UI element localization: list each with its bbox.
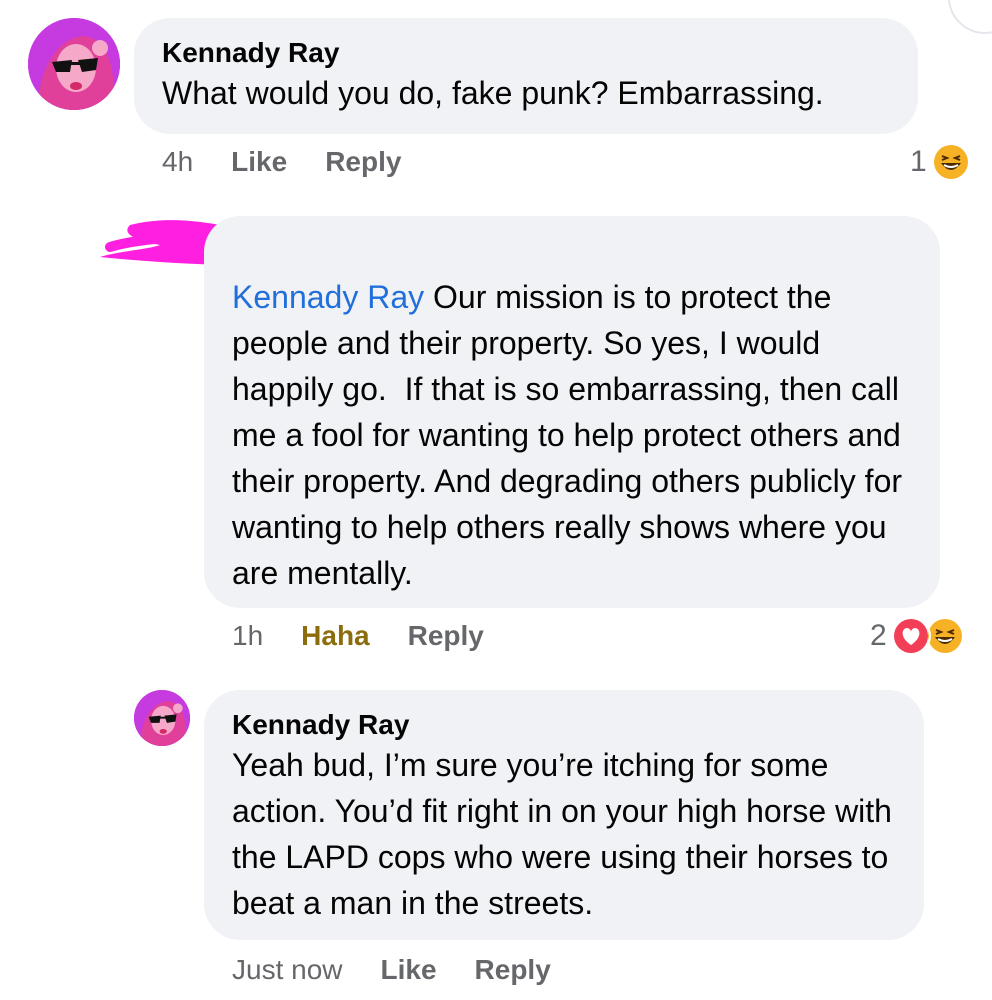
comment-actions: 4h Like Reply [162,146,401,178]
reply-button[interactable]: Reply [325,146,401,178]
reply-button[interactable]: Reply [475,954,551,986]
comment-bubble: Kennady Ray What would you do, fake punk… [134,18,918,134]
comment-timestamp[interactable]: Just now [232,954,343,986]
comment-text: Kennady Ray Our mission is to protect th… [232,274,912,596]
comment-author[interactable]: Kennady Ray [232,708,896,742]
haha-icon [924,616,965,656]
avatar-image [134,690,190,746]
comment-actions: Just now Like Reply [232,954,551,986]
like-button[interactable]: Like [381,954,437,986]
reaction-count: 2 [870,619,887,652]
mention-link[interactable]: Kennady Ray [232,279,424,315]
comment-text: What would you do, fake punk? Embarrassi… [162,75,824,111]
comment-author[interactable]: Kennady Ray [162,36,890,70]
avatar-image [28,18,120,110]
haha-icon [930,142,971,182]
like-button[interactable]: Like [231,146,287,178]
reaction-summary[interactable]: 1 [910,142,971,182]
comment-actions: 1h Haha Reply [232,620,484,652]
comment-timestamp[interactable]: 1h [232,620,263,652]
comment-timestamp[interactable]: 4h [162,146,193,178]
comment-text: Yeah bud, I’m sure you’re itching for so… [232,747,901,921]
haha-reaction-button[interactable]: Haha [301,620,369,652]
avatar[interactable] [134,690,190,746]
comment-bubble: Kennady Ray Our mission is to protect th… [204,216,940,608]
love-icon [890,616,931,656]
comment-bubble: Kennady Ray Yeah bud, I’m sure you’re it… [204,690,924,940]
reaction-count: 1 [910,145,927,178]
reaction-summary[interactable]: 2 [870,616,965,656]
reply-button[interactable]: Reply [408,620,484,652]
comment-body: Our mission is to protect the people and… [232,279,911,591]
avatar[interactable] [28,18,120,110]
scroll-edge-decoration [948,0,992,34]
